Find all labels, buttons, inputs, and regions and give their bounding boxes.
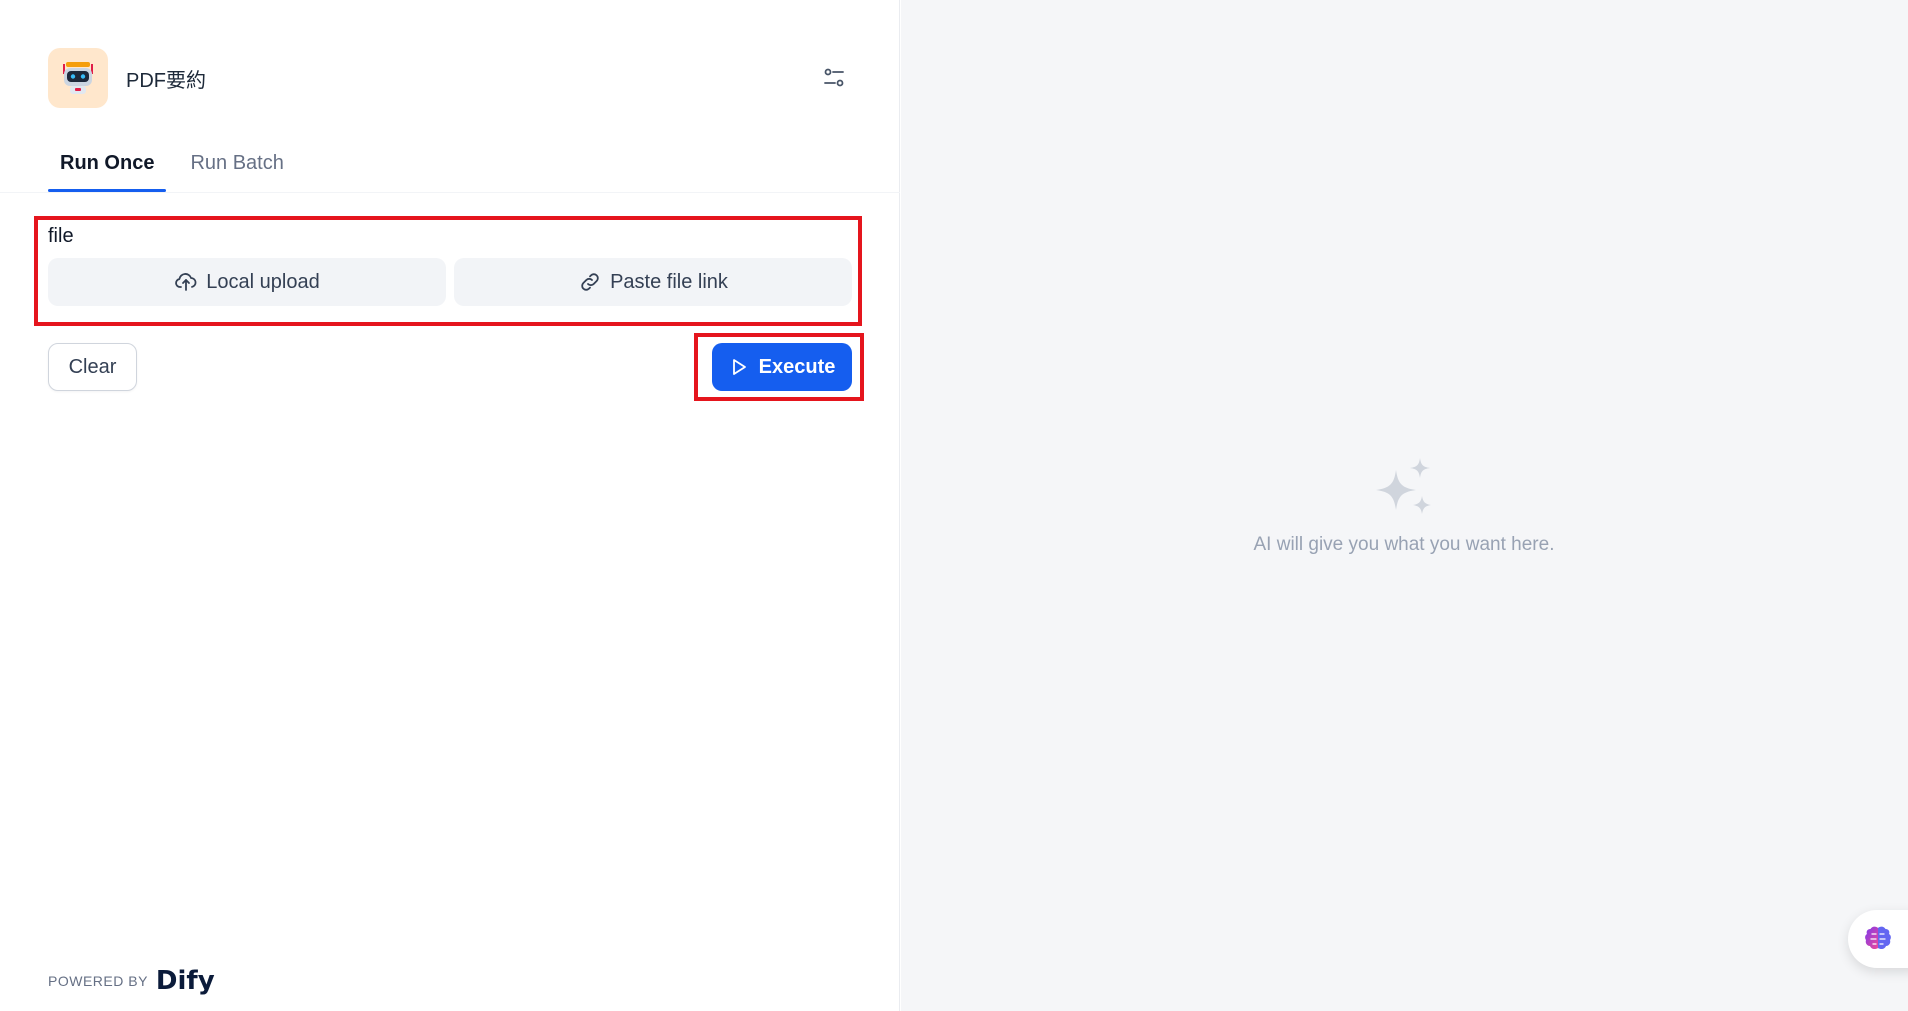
brain-icon (1865, 926, 1891, 950)
powered-by-text: POWERED BY (48, 973, 148, 989)
sliders-icon (824, 68, 844, 87)
cloud-upload-icon (175, 273, 197, 291)
execute-button[interactable]: Execute (712, 343, 852, 391)
input-panel: PDF要約 Run Once Run Batch file Local uplo… (0, 0, 900, 1011)
assistant-widget-button[interactable] (1848, 910, 1908, 968)
robot-icon (48, 48, 108, 108)
tabs-divider (0, 192, 900, 193)
file-field-label: file (48, 225, 74, 247)
result-empty-state: AI will give you what you want here. (1153, 452, 1655, 556)
empty-state-text: AI will give you what you want here. (1253, 534, 1555, 555)
app-header: PDF要約 (48, 48, 852, 108)
paste-file-link-button[interactable]: Paste file link (454, 258, 852, 306)
file-upload-options: Local upload Paste file link (48, 258, 852, 308)
paste-file-link-label: Paste file link (610, 270, 728, 293)
app-title: PDF要約 (126, 69, 206, 92)
sparkle-icon (1376, 458, 1431, 514)
local-upload-button[interactable]: Local upload (48, 258, 446, 306)
clear-button[interactable]: Clear (48, 343, 137, 391)
settings-button[interactable] (816, 60, 852, 96)
powered-by-footer: POWERED BY Dify (48, 966, 215, 996)
run-mode-tabs: Run Once Run Batch (48, 144, 308, 192)
play-icon (732, 359, 746, 375)
tab-run-once[interactable]: Run Once (48, 144, 167, 192)
dify-logo[interactable]: Dify (156, 966, 215, 996)
tab-run-batch[interactable]: Run Batch (178, 144, 295, 192)
local-upload-label: Local upload (206, 270, 320, 293)
link-icon (581, 273, 599, 291)
execute-label: Execute (758, 355, 836, 378)
